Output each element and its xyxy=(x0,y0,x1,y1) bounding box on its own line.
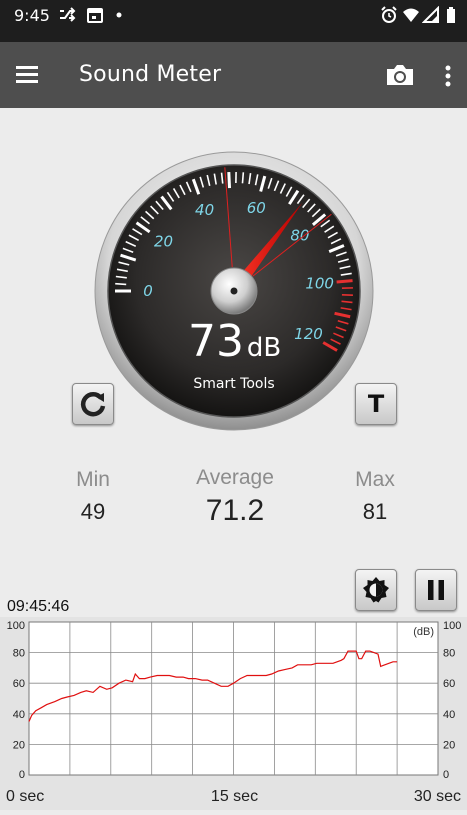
graph-y-tick-label: 20 xyxy=(13,739,25,751)
graph-y-tick-label: 0 xyxy=(19,769,25,781)
calendar-icon xyxy=(86,6,104,24)
reset-button[interactable] xyxy=(72,383,114,425)
pause-icon xyxy=(416,570,456,610)
graph-y-tick-label: 60 xyxy=(443,678,455,690)
gauge-tick xyxy=(242,172,243,183)
more-vertical-icon[interactable] xyxy=(440,64,456,88)
brightness-button[interactable] xyxy=(355,569,397,611)
t-button-label: T xyxy=(356,384,396,424)
pause-button[interactable] xyxy=(415,569,457,611)
average-value: 71.2 xyxy=(180,494,290,528)
graph-y-tick-label: 40 xyxy=(443,709,455,721)
graph-y-tick-label: 20 xyxy=(443,739,455,751)
min-value: 49 xyxy=(38,499,148,525)
gauge-scale-label: 120 xyxy=(294,325,323,343)
level-history-graph: 100 80 60 40 20 0 100 80 60 40 20 0 0 sec 15 sec 30 … xyxy=(0,617,467,810)
gauge-scale-label: 80 xyxy=(290,227,309,245)
refresh-icon xyxy=(73,384,113,424)
graph-unit-label: (dB) xyxy=(413,626,434,638)
alarm-icon xyxy=(380,6,398,24)
gauge-tick xyxy=(229,172,230,188)
gauge-scale-label: 100 xyxy=(305,275,334,293)
sound-level-gauge: 0 20 40 60 80 100 120 73 dB Smart Tools xyxy=(93,150,375,432)
gauge-scale-label: 40 xyxy=(195,201,214,219)
wifi-icon xyxy=(402,6,420,24)
status-bar: 9:45 xyxy=(0,0,467,42)
min-label: Min xyxy=(38,468,148,492)
gauge-reading: 73 xyxy=(188,316,244,367)
t-button[interactable]: T xyxy=(355,383,397,425)
shuffle-icon xyxy=(58,6,76,24)
gauge-scale-label: 0 xyxy=(143,282,153,300)
gauge-scale-label: 20 xyxy=(154,233,173,251)
app-title: Sound Meter xyxy=(79,62,221,87)
graph-x-tick-label: 0 sec xyxy=(6,788,44,805)
gauge-tick xyxy=(337,281,353,282)
graph-y-tick-label: 0 xyxy=(443,769,449,781)
graph-y-tick-label: 80 xyxy=(13,648,25,660)
dot-icon xyxy=(114,6,132,24)
camera-icon[interactable] xyxy=(384,62,416,88)
signal-icon xyxy=(422,6,440,24)
gauge-brand: Smart Tools xyxy=(193,376,274,392)
brightness-icon xyxy=(356,570,396,610)
max-label: Max xyxy=(320,468,430,492)
graph-y-tick-label: 100 xyxy=(7,620,25,632)
graph-y-tick-label: 100 xyxy=(443,620,461,632)
graph-x-tick-label: 30 sec xyxy=(414,788,461,805)
hamburger-menu-icon[interactable] xyxy=(14,64,42,86)
app-bar: Sound Meter xyxy=(0,42,467,108)
graph-y-tick-label: 40 xyxy=(13,709,25,721)
status-time: 9:45 xyxy=(14,6,50,25)
graph-y-tick-label: 80 xyxy=(443,648,455,660)
gauge-unit: dB xyxy=(247,333,281,363)
gauge-scale-label: 60 xyxy=(247,199,266,217)
average-label: Average xyxy=(180,466,290,490)
gauge-tick xyxy=(342,301,353,302)
graph-x-tick-label: 15 sec xyxy=(211,788,258,805)
gauge-hub-pin xyxy=(231,288,238,295)
gauge-tick xyxy=(115,284,126,285)
battery-icon xyxy=(444,6,462,24)
max-value: 81 xyxy=(320,499,430,525)
graph-y-tick-label: 60 xyxy=(13,678,25,690)
graph-timestamp: 09:45:46 xyxy=(7,598,69,616)
